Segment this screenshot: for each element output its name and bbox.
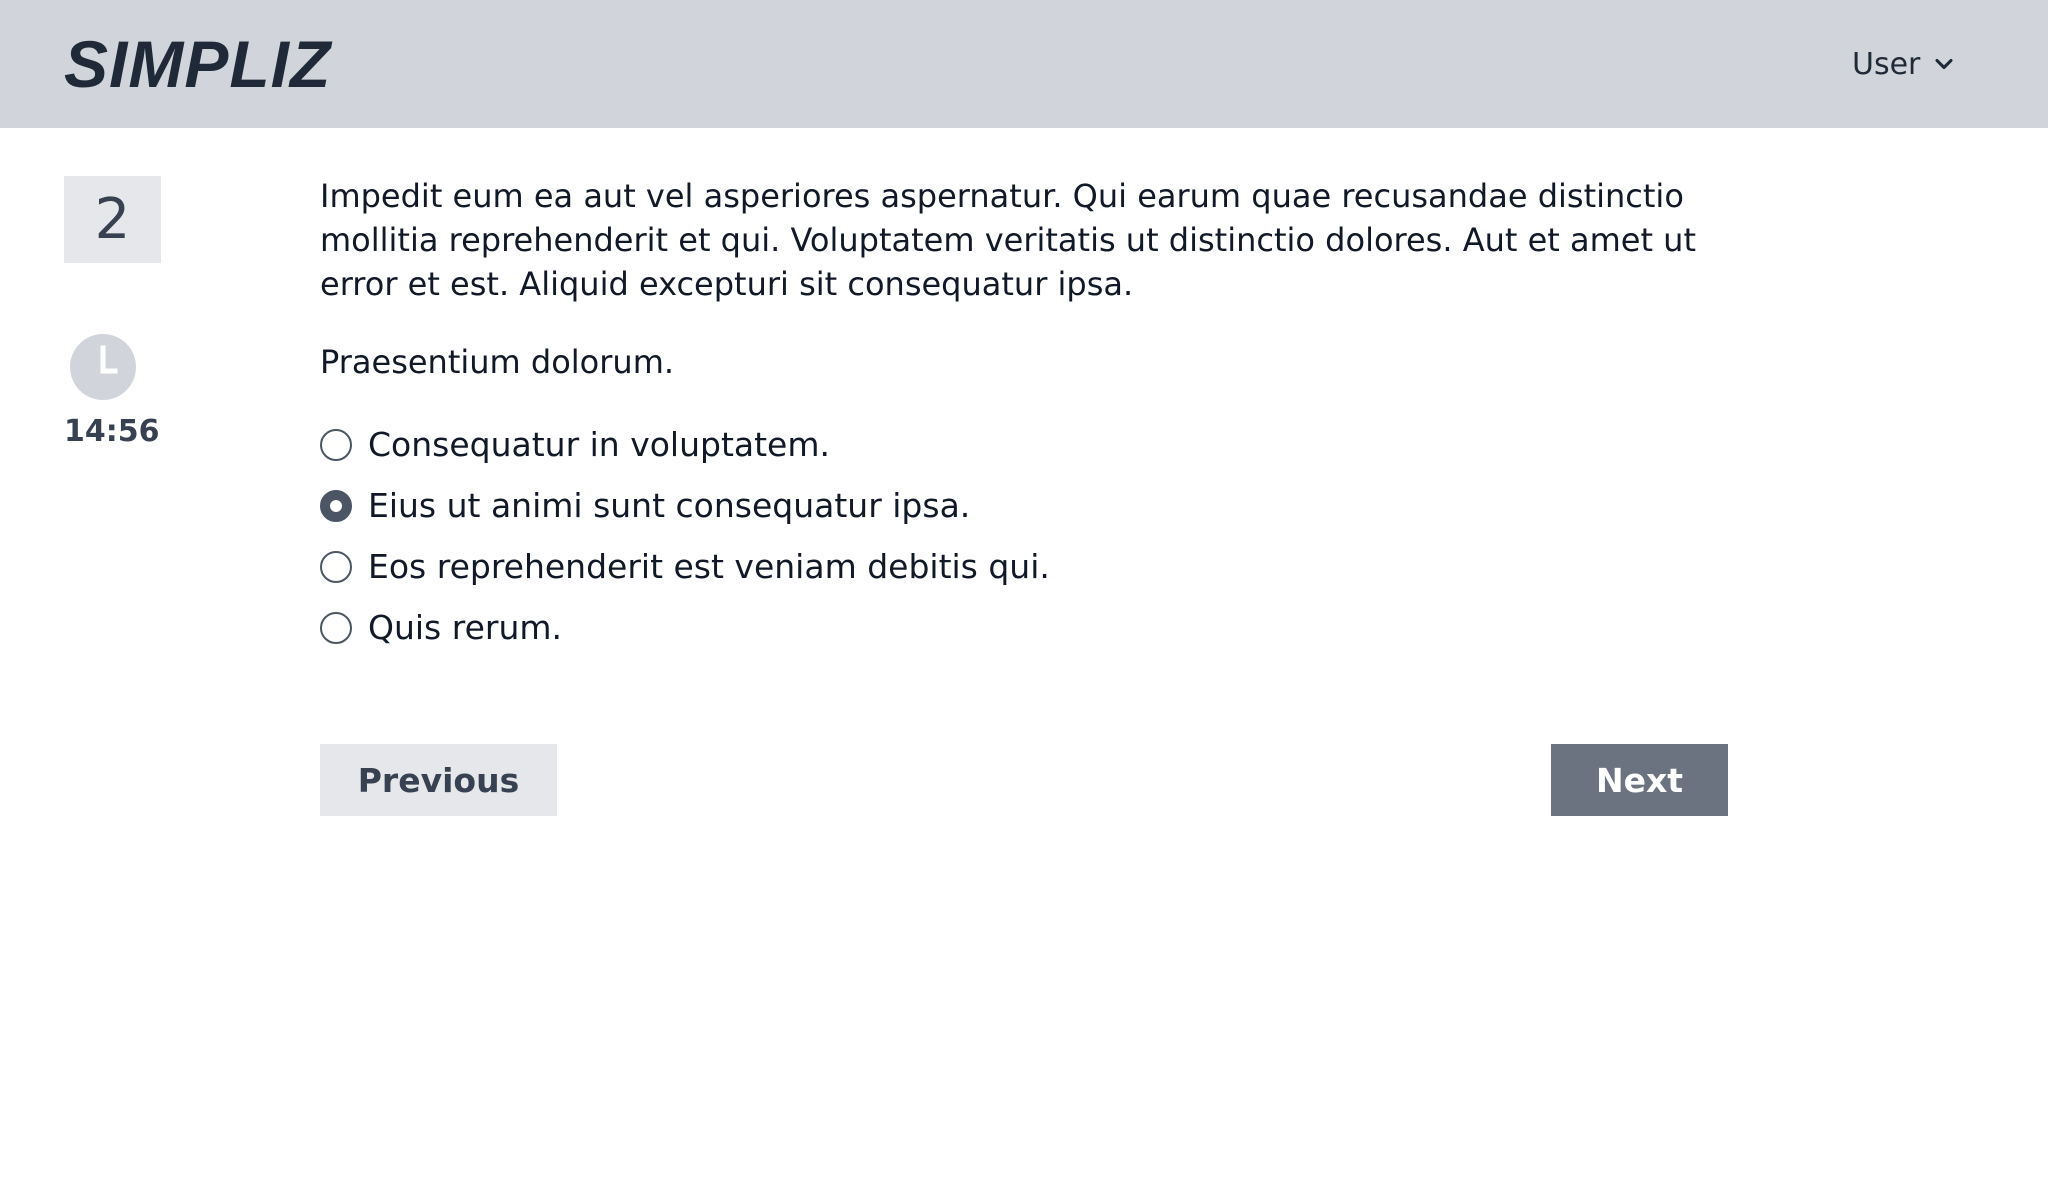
previous-button[interactable]: Previous	[320, 744, 557, 816]
question-text: Impedit eum ea aut vel asperiores aspern…	[320, 177, 1696, 303]
answer-options: Consequatur in voluptatem. Eius ut animi…	[320, 414, 1730, 658]
next-button[interactable]: Next	[1551, 744, 1728, 816]
chevron-down-icon	[1935, 58, 1953, 70]
answer-option-label: Eos reprehenderit est veniam debitis qui…	[368, 547, 1050, 586]
timer-text: 14:56	[64, 414, 160, 449]
answer-option-label: Eius ut animi sunt consequatur ipsa.	[368, 486, 971, 525]
question-panel: Impedit eum ea aut vel asperiores aspern…	[320, 174, 1730, 658]
brand-logo[interactable]: SIMPLIZ	[64, 26, 331, 102]
radio-button[interactable]	[320, 489, 352, 522]
radio-button[interactable]	[320, 428, 352, 461]
answer-option[interactable]: Eos reprehenderit est veniam debitis qui…	[320, 536, 1730, 597]
question-prompt: Praesentium dolorum.	[320, 343, 675, 381]
user-menu-label: User	[1852, 46, 1921, 82]
radio-button[interactable]	[320, 611, 352, 644]
answer-option-label: Quis rerum.	[368, 608, 563, 647]
answer-option[interactable]: Quis rerum.	[320, 597, 1730, 658]
answer-option-label: Consequatur in voluptatem.	[368, 425, 830, 464]
radio-button[interactable]	[320, 550, 352, 583]
question-number-badge: 2	[64, 176, 161, 263]
app-header: SIMPLIZ User	[0, 0, 2048, 128]
clock-icon	[70, 334, 136, 400]
answer-option[interactable]: Consequatur in voluptatem.	[320, 414, 1730, 475]
answer-option[interactable]: Eius ut animi sunt consequatur ipsa.	[320, 475, 1730, 536]
user-menu[interactable]: User	[1852, 44, 1958, 84]
